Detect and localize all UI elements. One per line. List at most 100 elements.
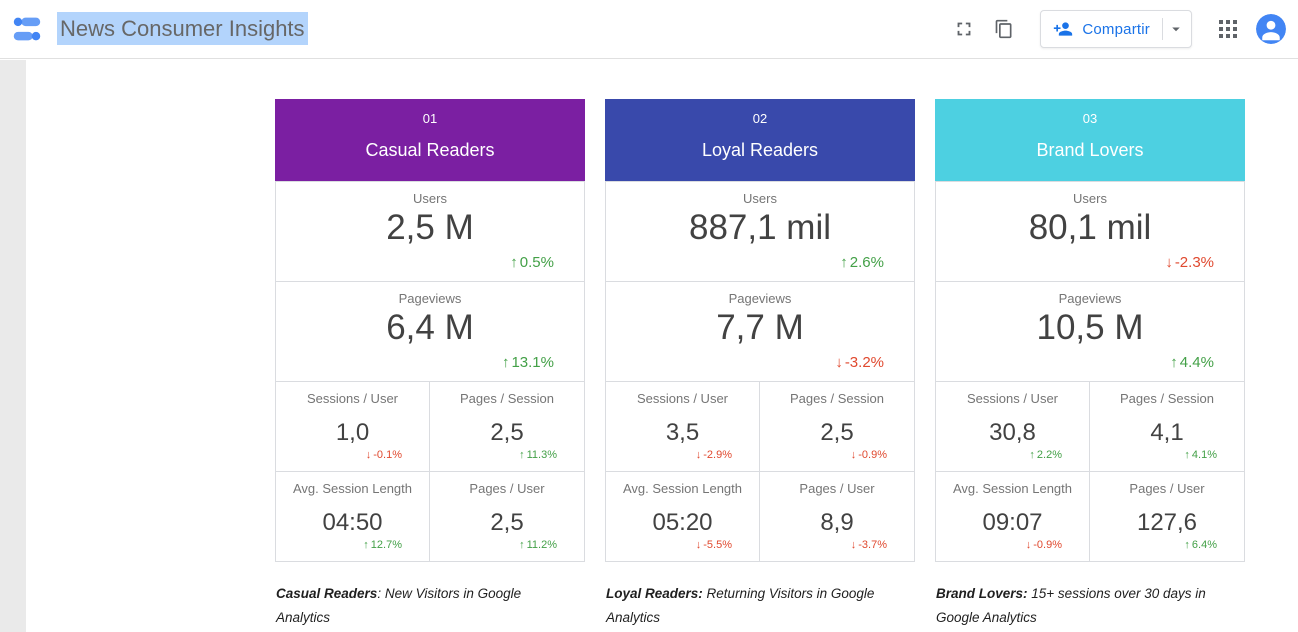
- metric-delta: ↑0.5%: [510, 254, 554, 271]
- card-title: Casual Readers: [275, 139, 585, 161]
- metric-value: 1,0: [276, 419, 429, 447]
- metric-cell-avg-session-length: Avg. Session Length 04:50 ↑12.7%: [276, 472, 430, 561]
- footnote-term: Brand Lovers:: [936, 586, 1028, 601]
- metric-value: 09:07: [936, 509, 1089, 537]
- share-dropdown-button[interactable]: [1163, 12, 1189, 46]
- report-title-text: News Consumer Insights: [57, 12, 308, 45]
- card-body: Users 887,1 mil ↑2.6% Pageviews 7,7 M ↓-…: [605, 181, 915, 562]
- delta-value: 4.1%: [1192, 449, 1217, 461]
- delta-value: -0.9%: [858, 449, 887, 461]
- metric-delta: ↓-2.9%: [696, 449, 732, 461]
- delta-value: -5.5%: [703, 539, 732, 551]
- card-title: Brand Lovers: [935, 139, 1245, 161]
- metric-value: 2,5: [430, 419, 584, 447]
- delta-value: 11.3%: [527, 449, 557, 461]
- app-header: News Consumer Insights Compartir: [0, 0, 1298, 59]
- metric-cell-pages-per-user: Pages / User 127,6 ↑6.4%: [1090, 472, 1244, 561]
- avatar-person-icon: [1256, 14, 1286, 44]
- copy-report-button[interactable]: [984, 9, 1024, 49]
- trend-arrow-icon: ↑: [502, 354, 510, 371]
- metric-delta: ↓-0.9%: [1026, 539, 1062, 551]
- card-footnote: Loyal Readers: Returning Visitors in Goo…: [606, 582, 896, 630]
- card-header: 02 Loyal Readers: [605, 99, 915, 181]
- apps-grid-button[interactable]: [1208, 9, 1248, 49]
- metric-value: 30,8: [936, 419, 1089, 447]
- metric-value: 2,5 M: [276, 208, 584, 248]
- delta-value: 2.2%: [1037, 449, 1062, 461]
- trend-arrow-icon: ↑: [1184, 539, 1190, 551]
- metric-value: 2,5: [430, 509, 584, 537]
- metric-label: Avg. Session Length: [606, 481, 759, 497]
- delta-value: -0.1%: [373, 449, 402, 461]
- delta-value: -3.7%: [858, 539, 887, 551]
- delta-value: -0.9%: [1033, 539, 1062, 551]
- users-scorecard: Users 80,1 mil ↓-2.3%: [936, 182, 1244, 282]
- segment-card-brand-lovers: 03 Brand Lovers Users 80,1 mil ↓-2.3% Pa…: [935, 99, 1245, 630]
- footnote-term: Casual Readers: [276, 586, 377, 601]
- pageviews-scorecard: Pageviews 6,4 M ↑13.1%: [276, 282, 584, 382]
- trend-arrow-icon: ↓: [1026, 539, 1032, 551]
- data-studio-logo-icon[interactable]: [10, 12, 44, 46]
- metric-label: Avg. Session Length: [936, 481, 1089, 497]
- metric-value: 2,5: [760, 419, 914, 447]
- metric-value: 05:20: [606, 509, 759, 537]
- delta-value: 13.1%: [511, 354, 554, 371]
- metric-value: 04:50: [276, 509, 429, 537]
- metric-cell-sessions-per-user: Sessions / User 30,8 ↑2.2%: [936, 382, 1090, 472]
- card-header: 01 Casual Readers: [275, 99, 585, 181]
- metric-label: Pages / User: [1090, 481, 1244, 497]
- metric-label: Sessions / User: [936, 391, 1089, 407]
- trend-arrow-icon: ↑: [510, 254, 518, 271]
- metric-value: 887,1 mil: [606, 208, 914, 248]
- data-studio-logo-glyph: [10, 12, 44, 46]
- metric-delta: ↑4.1%: [1184, 449, 1217, 461]
- metric-cell-avg-session-length: Avg. Session Length 09:07 ↓-0.9%: [936, 472, 1090, 561]
- share-button[interactable]: Compartir: [1040, 10, 1192, 48]
- person-add-icon: [1053, 19, 1073, 39]
- metric-label: Users: [276, 191, 584, 206]
- card-title: Loyal Readers: [605, 139, 915, 161]
- metric-delta: ↑13.1%: [502, 354, 554, 371]
- metric-cell-pages-per-session: Pages / Session 2,5 ↑11.3%: [430, 382, 584, 472]
- footnote-term: Loyal Readers:: [606, 586, 703, 601]
- report-title: News Consumer Insights: [57, 16, 308, 42]
- trend-arrow-icon: ↓: [1165, 254, 1173, 271]
- metrics-grid: Sessions / User 3,5 ↓-2.9% Pages / Sessi…: [606, 382, 914, 561]
- metric-delta: ↑11.2%: [519, 539, 557, 551]
- trend-arrow-icon: ↓: [851, 539, 857, 551]
- metric-delta: ↓-2.3%: [1165, 254, 1214, 271]
- delta-value: 2.6%: [850, 254, 884, 271]
- users-scorecard: Users 887,1 mil ↑2.6%: [606, 182, 914, 282]
- metric-label: Users: [606, 191, 914, 206]
- user-avatar[interactable]: [1256, 14, 1286, 44]
- metric-label: Pageviews: [276, 291, 584, 306]
- metric-delta: ↑4.4%: [1170, 354, 1214, 371]
- metric-cell-pages-per-session: Pages / Session 4,1 ↑4.1%: [1090, 382, 1244, 472]
- metric-delta: ↑2.6%: [840, 254, 884, 271]
- metric-value: 7,7 M: [606, 308, 914, 348]
- metric-delta: ↑6.4%: [1184, 539, 1217, 551]
- fullscreen-button[interactable]: [944, 9, 984, 49]
- metric-label: Pages / Session: [430, 391, 584, 407]
- metric-label: Pageviews: [936, 291, 1244, 306]
- delta-value: 0.5%: [520, 254, 554, 271]
- card-footnote: Brand Lovers: 15+ sessions over 30 days …: [936, 582, 1226, 630]
- metric-label: Pages / User: [430, 481, 584, 497]
- card-number: 01: [275, 111, 585, 126]
- segment-card-loyal-readers: 02 Loyal Readers Users 887,1 mil ↑2.6% P…: [605, 99, 915, 630]
- pageviews-scorecard: Pageviews 7,7 M ↓-3.2%: [606, 282, 914, 382]
- metric-delta: ↓-0.1%: [366, 449, 402, 461]
- metric-label: Pages / User: [760, 481, 914, 497]
- metric-label: Pages / Session: [760, 391, 914, 407]
- metric-cell-sessions-per-user: Sessions / User 3,5 ↓-2.9%: [606, 382, 760, 472]
- delta-value: 11.2%: [527, 539, 557, 551]
- metric-delta: ↓-3.2%: [835, 354, 884, 371]
- metric-delta: ↓-5.5%: [696, 539, 732, 551]
- metric-cell-pages-per-user: Pages / User 8,9 ↓-3.7%: [760, 472, 914, 561]
- metric-value: 127,6: [1090, 509, 1244, 537]
- trend-arrow-icon: ↑: [840, 254, 848, 271]
- trend-arrow-icon: ↑: [519, 449, 525, 461]
- metric-value: 10,5 M: [936, 308, 1244, 348]
- fullscreen-icon: [953, 18, 975, 40]
- delta-value: 4.4%: [1180, 354, 1214, 371]
